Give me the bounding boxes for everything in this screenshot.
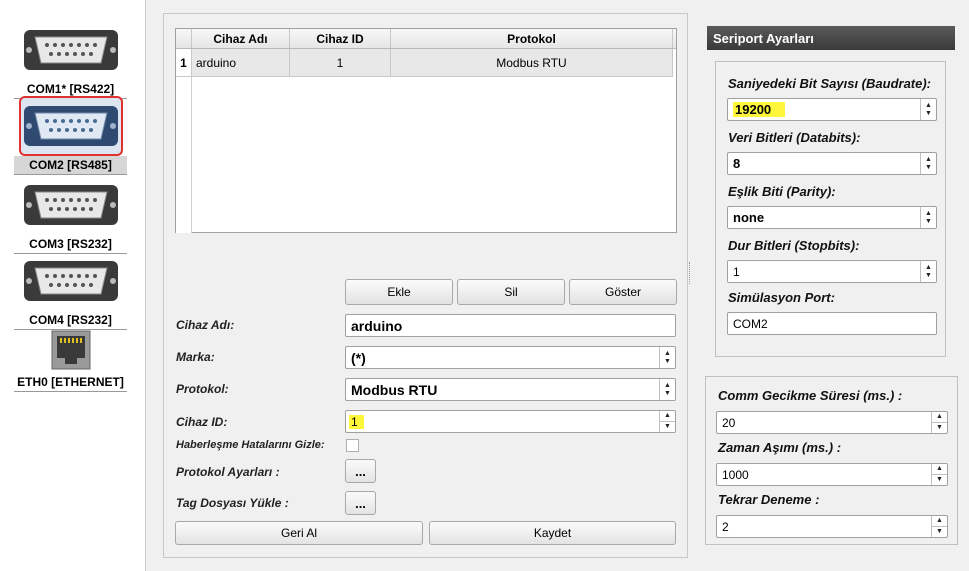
port-com2[interactable]: COM2 [RS485] [14,96,127,175]
comm-delay-label: Comm Gecikme Süresi (ms.) : [718,388,903,403]
port-label: ETH0 [ETHERNET] [14,373,127,392]
serial-port-icon [19,20,123,80]
databits-select[interactable]: 8 ▲ ▼ [727,152,937,175]
updown-icon: ▲ ▼ [920,261,936,282]
cell-protocol[interactable]: Modbus RTU [391,49,673,77]
port-com1[interactable]: COM1* [RS422] [14,20,127,99]
updown-icon: ▲ ▼ [920,153,936,174]
serial-settings-panel: Saniyedeki Bit Sayısı (Baudrate): 19200 … [715,61,946,357]
comm-delay-value: 20 [722,415,736,430]
device-panel: Cihaz Adı Cihaz ID Protokol 1 arduino 1 … [163,13,688,558]
port-com4[interactable]: COM4 [RS232] [14,251,127,330]
comm-settings-panel: Comm Gecikme Süresi (ms.) : 20 ▲ ▼ Zaman … [705,376,958,545]
protocol-value: Modbus RTU [351,381,438,398]
stopbits-select[interactable]: 1 ▲ ▼ [727,260,937,283]
row-gutter [176,77,192,233]
brand-label: Marka: [176,350,215,364]
protocol-select[interactable]: Modbus RTU ▲ ▼ [345,378,676,401]
tag-file-button[interactable]: ... [345,491,376,515]
delete-button[interactable]: Sil [457,279,565,305]
device-name-input[interactable]: arduino [345,314,676,337]
comm-delay-spinbox[interactable]: 20 ▲ ▼ [716,411,948,434]
protocol-settings-button[interactable]: ... [345,459,376,483]
port-list: COM1* [RS422] COM2 [RS485] COM3 [RS232] … [0,0,146,571]
undo-button[interactable]: Geri Al [175,521,423,545]
baudrate-label: Saniyedeki Bit Sayısı (Baudrate): [728,76,932,91]
hide-errors-checkbox[interactable] [346,439,359,452]
table-row[interactable]: 1 arduino 1 Modbus RTU [176,49,676,77]
stopbits-label: Dur Bitleri (Stopbits): [728,238,860,253]
serial-port-icon [19,251,123,311]
parity-value: none [733,210,765,225]
cell-device-id[interactable]: 1 [290,49,391,77]
updown-icon: ▲ ▼ [920,207,936,228]
column-header-id[interactable]: Cihaz ID [290,29,391,48]
sim-port-label: Simülasyon Port: [728,290,835,305]
timeout-value: 1000 [722,467,749,482]
timeout-label: Zaman Aşımı (ms.) : [718,440,842,455]
stopbits-value: 1 [733,264,740,279]
retry-label: Tekrar Deneme : [718,492,820,507]
protocol-label: Protokol: [176,382,229,396]
spin-arrows-icon[interactable]: ▲ ▼ [931,412,947,433]
spin-arrows-icon[interactable]: ▲ ▼ [659,411,675,432]
device-id-value: 1 [349,414,364,429]
row-number: 1 [176,49,192,77]
retry-value: 2 [722,519,729,534]
ethernet-port-icon [19,327,123,373]
serial-port-icon [19,175,123,235]
protocol-settings-label: Protokol Ayarları : [176,465,280,479]
serial-settings-title: Seriport Ayarları [707,26,955,50]
splitter-handle[interactable] [689,262,692,284]
device-id-spinbox[interactable]: 1 ▲ ▼ [345,410,676,433]
parity-label: Eşlik Biti (Parity): [728,184,836,199]
serial-port-icon [18,96,123,156]
device-id-label: Cihaz ID: [176,415,228,429]
spin-arrows-icon[interactable]: ▲ ▼ [931,464,947,485]
column-header-name[interactable]: Cihaz Adı [192,29,290,48]
updown-icon: ▲ ▼ [659,379,675,400]
timeout-spinbox[interactable]: 1000 ▲ ▼ [716,463,948,486]
table-header: Cihaz Adı Cihaz ID Protokol [176,29,676,49]
databits-label: Veri Bitleri (Databits): [728,130,861,145]
save-button[interactable]: Kaydet [429,521,676,545]
port-eth0[interactable]: ETH0 [ETHERNET] [14,327,127,392]
cell-device-name[interactable]: arduino [192,49,290,77]
updown-icon: ▲ ▼ [659,347,675,368]
spin-arrows-icon[interactable]: ▲ ▼ [931,516,947,537]
sim-port-input[interactable]: COM2 [727,312,937,335]
brand-select[interactable]: (*) ▲ ▼ [345,346,676,369]
updown-icon: ▲ ▼ [920,99,936,120]
databits-value: 8 [733,156,741,171]
column-header-protocol[interactable]: Protokol [391,29,673,48]
add-button[interactable]: Ekle [345,279,453,305]
brand-value: (*) [351,349,366,366]
baudrate-value: 19200 [733,102,786,117]
device-table[interactable]: Cihaz Adı Cihaz ID Protokol 1 arduino 1 … [175,28,677,233]
device-name-label: Cihaz Adı: [176,318,235,332]
port-label: COM2 [RS485] [14,156,127,175]
hide-errors-label: Haberleşme Hatalarını Gizle: [176,439,325,451]
retry-spinbox[interactable]: 2 ▲ ▼ [716,515,948,538]
port-com3[interactable]: COM3 [RS232] [14,175,127,254]
parity-select[interactable]: none ▲ ▼ [727,206,937,229]
show-button[interactable]: Göster [569,279,677,305]
baudrate-select[interactable]: 19200 ▲ ▼ [727,98,937,121]
tag-file-label: Tag Dosyası Yükle : [176,496,289,510]
